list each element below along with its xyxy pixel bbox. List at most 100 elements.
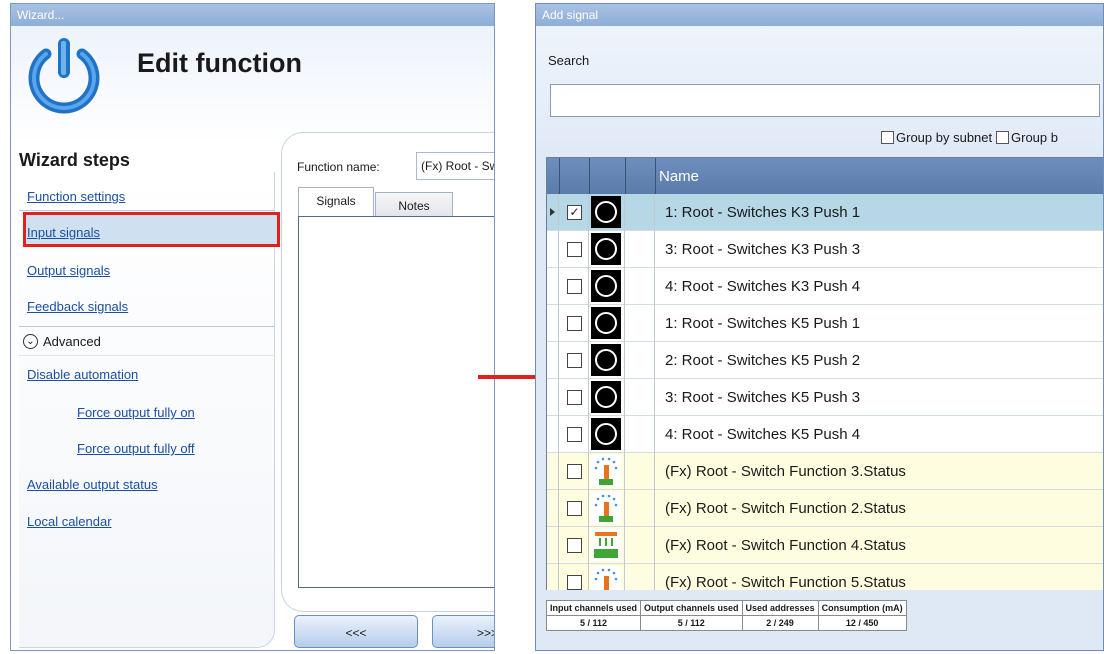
signal-row[interactable]: ✓ 1: Root - Switches K3 Push 1 — [547, 194, 1103, 231]
wizard-steps-panel: Function settings Input signals Output s… — [19, 172, 280, 648]
row-checkbox[interactable] — [567, 279, 582, 294]
row-checkbox[interactable] — [567, 390, 582, 405]
previous-button[interactable]: <<< — [294, 615, 418, 648]
grid-header: Name — [547, 158, 1103, 194]
row-checkbox-cell[interactable] — [559, 416, 589, 453]
group-by-subnet-checkbox[interactable]: Group by subnet — [881, 130, 992, 145]
row-empty-cell — [625, 342, 655, 379]
signal-name: 4: Root - Switches K5 Push 4 — [665, 426, 861, 443]
advanced-toggle[interactable]: ⌄ Advanced — [19, 326, 275, 356]
row-empty-cell — [625, 564, 655, 590]
signal-row[interactable]: (Fx) Root - Switch Function 5.Status — [547, 564, 1103, 590]
wizard-window: Wizard... Edit function Wizard steps Fun… — [10, 3, 495, 651]
chevron-down-icon: ⌄ — [23, 334, 38, 349]
row-checkbox-cell[interactable] — [559, 268, 589, 305]
row-empty-cell — [625, 453, 655, 490]
status-value: 2 / 249 — [741, 615, 819, 631]
tab-signals[interactable]: Signals — [298, 187, 374, 217]
row-checkbox-cell[interactable] — [559, 305, 589, 342]
signal-name: 1: Root - Switches K3 Push 1 — [665, 204, 861, 221]
row-checkbox[interactable] — [567, 427, 582, 442]
signal-row[interactable]: 3: Root - Switches K5 Push 3 — [547, 379, 1103, 416]
function-name-label: Function name: — [297, 160, 380, 174]
group-by-subnet-label: Group by subnet — [896, 130, 993, 145]
row-checkbox-cell[interactable] — [559, 342, 589, 379]
row-checkbox-cell[interactable] — [559, 379, 589, 416]
wizard-steps-heading: Wizard steps — [19, 150, 130, 170]
row-checkbox-cell[interactable] — [559, 490, 589, 527]
column-header-name[interactable]: Name — [659, 168, 699, 185]
row-checkbox[interactable] — [567, 575, 582, 590]
row-icon-cell — [589, 564, 625, 590]
signal-name: 1: Root - Switches K5 Push 1 — [665, 315, 861, 332]
status-value: 12 / 450 — [817, 615, 907, 631]
search-label: Search — [548, 53, 590, 68]
page-title: Edit function — [137, 48, 302, 78]
row-icon-cell — [589, 490, 625, 527]
row-checkbox-cell[interactable] — [559, 231, 589, 268]
row-indicator — [547, 379, 559, 416]
row-checkbox[interactable] — [567, 464, 582, 479]
row-indicator — [547, 564, 559, 590]
status-header: Input channels used — [545, 600, 642, 616]
row-checkbox[interactable] — [567, 353, 582, 368]
row-empty-cell — [625, 416, 655, 453]
step-function-settings[interactable]: Function settings — [27, 189, 125, 204]
step-feedback-signals[interactable]: Feedback signals — [27, 299, 128, 314]
row-indicator — [547, 490, 559, 527]
search-input[interactable] — [550, 84, 1100, 117]
next-button[interactable]: >>> — [432, 615, 494, 648]
group-by-other-checkbox[interactable]: Group b — [996, 130, 1058, 145]
signal-row[interactable]: 4: Root - Switches K5 Push 4 — [547, 416, 1103, 453]
row-icon-cell — [589, 231, 625, 268]
row-checkbox-cell[interactable] — [559, 564, 589, 590]
function-name-input[interactable]: (Fx) Root - Switch Function — [416, 152, 494, 180]
add-signal-window: Add signal Search Group by subnet Group … — [535, 3, 1104, 651]
step-force-output-off[interactable]: Force output fully off — [77, 441, 195, 456]
signal-row[interactable]: (Fx) Root - Switch Function 4.Status — [547, 527, 1103, 564]
signal-row[interactable]: 2: Root - Switches K5 Push 2 — [547, 342, 1103, 379]
signal-row[interactable]: 3: Root - Switches K3 Push 3 — [547, 231, 1103, 268]
status-value: 5 / 112 — [545, 615, 642, 631]
row-checkbox[interactable]: ✓ — [567, 205, 582, 220]
status-header: Output channels used — [640, 600, 743, 616]
row-empty-cell — [625, 231, 655, 268]
row-icon-cell — [589, 194, 625, 231]
signal-name: (Fx) Root - Switch Function 5.Status — [665, 574, 906, 590]
tab-notes[interactable]: Notes — [375, 192, 453, 217]
signals-list[interactable] — [298, 216, 494, 588]
row-icon-cell — [589, 342, 625, 379]
signal-name: (Fx) Root - Switch Function 3.Status — [665, 463, 906, 480]
signal-name: (Fx) Root - Switch Function 4.Status — [665, 537, 906, 554]
row-indicator — [547, 305, 559, 342]
row-checkbox-cell[interactable] — [559, 527, 589, 564]
row-icon-cell — [589, 527, 625, 564]
row-empty-cell — [625, 305, 655, 342]
row-checkbox-cell[interactable]: ✓ — [559, 194, 589, 231]
power-icon — [28, 38, 100, 114]
row-checkbox[interactable] — [567, 242, 582, 257]
step-force-output-on[interactable]: Force output fully on — [77, 405, 195, 420]
row-checkbox[interactable] — [567, 538, 582, 553]
row-checkbox-cell[interactable] — [559, 453, 589, 490]
row-checkbox[interactable] — [567, 316, 582, 331]
signal-row[interactable]: 1: Root - Switches K5 Push 1 — [547, 305, 1103, 342]
step-output-signals[interactable]: Output signals — [27, 263, 110, 278]
signal-row[interactable]: (Fx) Root - Switch Function 2.Status — [547, 490, 1103, 527]
row-icon-cell — [589, 416, 625, 453]
step-input-signals[interactable]: Input signals — [27, 225, 100, 240]
checkbox-icon — [881, 131, 894, 144]
signal-name: 4: Root - Switches K3 Push 4 — [665, 278, 861, 295]
signal-grid: Name ✓ 1: Root - Switches K3 Push 1 3: Roo… — [546, 157, 1103, 590]
step-local-calendar[interactable]: Local calendar — [27, 514, 112, 529]
step-available-output-status[interactable]: Available output status — [27, 477, 158, 492]
signal-name: 2: Root - Switches K5 Push 2 — [665, 352, 861, 369]
add-signal-title-bar: Add signal — [536, 4, 1103, 26]
status-header: Used addresses — [741, 600, 819, 616]
row-empty-cell — [625, 194, 655, 231]
signal-row[interactable]: 4: Root - Switches K3 Push 4 — [547, 268, 1103, 305]
row-checkbox[interactable] — [567, 501, 582, 516]
signal-row[interactable]: (Fx) Root - Switch Function 3.Status — [547, 453, 1103, 490]
wizard-title-bar: Wizard... — [11, 4, 494, 26]
step-disable-automation[interactable]: Disable automation — [27, 367, 138, 382]
